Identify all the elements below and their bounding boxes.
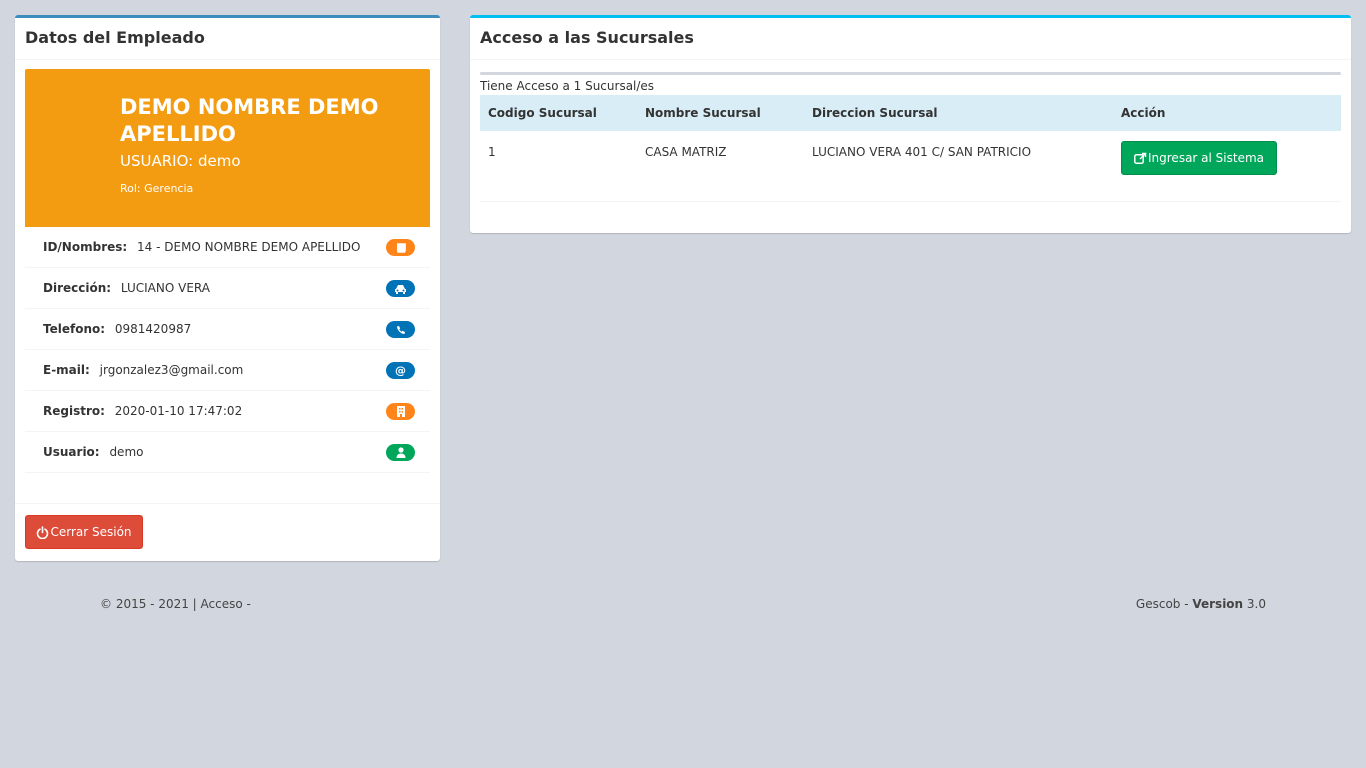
branch-name: CASA MATRIZ xyxy=(645,145,727,159)
footer-version-number: 3.0 xyxy=(1243,597,1266,611)
info-value: 14 - DEMO NOMBRE DEMO APELLIDO xyxy=(137,240,361,254)
branches-panel-title: Acceso a las Sucursales xyxy=(470,18,1351,60)
info-row-email: E-mail: jrgonzalez3@gmail.com @ xyxy=(25,350,430,391)
branches-panel-body: Tiene Acceso a 1 Sucursal/es Codigo Sucu… xyxy=(480,72,1341,202)
info-label: Telefono: xyxy=(43,322,106,336)
footer-brand: Gescob - xyxy=(1135,597,1193,611)
at-icon: @ xyxy=(386,362,415,379)
footer-copyright: © 2015 - 2021 | Acceso - xyxy=(100,597,251,611)
employee-panel: Datos del Empleado DEMO NOMBRE DEMO APEL… xyxy=(15,15,440,561)
power-icon xyxy=(36,525,49,539)
column-header: Codigo Sucursal xyxy=(488,106,597,120)
footer-version: Gescob - Version 3.0 xyxy=(1136,597,1266,611)
table-row: 1 CASA MATRIZ LUCIANO VERA 401 C/ SAN PA… xyxy=(480,131,1341,201)
column-header: Acción xyxy=(1121,106,1166,120)
divider xyxy=(480,72,1341,75)
logout-button[interactable]: Cerrar Sesión xyxy=(25,515,143,549)
info-label: E-mail: xyxy=(43,363,90,377)
info-label: Registro: xyxy=(43,404,105,418)
user-widget: DEMO NOMBRE DEMO APELLIDO USUARIO: demo … xyxy=(25,69,430,227)
external-link-icon xyxy=(1134,152,1147,164)
info-label: Usuario: xyxy=(43,445,100,459)
table-header-row: Codigo Sucursal Nombre Sucursal Direccio… xyxy=(480,95,1341,131)
info-value: 0981420987 xyxy=(114,322,192,336)
enter-system-label: Ingresar al Sistema xyxy=(1148,151,1265,165)
branch-code: 1 xyxy=(488,145,496,159)
info-label: ID/Nombres: xyxy=(43,240,128,254)
access-count-text: Tiene Acceso a 1 Sucursal/es xyxy=(480,79,655,93)
info-row-address: Dirección: LUCIANO VERA xyxy=(25,268,430,309)
user-full-name: DEMO NOMBRE DEMO APELLIDO xyxy=(120,95,379,146)
column-header: Nombre Sucursal xyxy=(645,106,761,120)
user-icon xyxy=(386,444,415,461)
branch-address: LUCIANO VERA 401 C/ SAN PATRICIO xyxy=(812,145,1032,159)
info-row-registration: Registro: 2020-01-10 17:47:02 xyxy=(25,391,430,432)
branches-table: Codigo Sucursal Nombre Sucursal Direccio… xyxy=(480,95,1341,202)
info-row-phone: Telefono: 0981420987 xyxy=(25,309,430,350)
info-value: demo xyxy=(109,445,144,459)
employee-panel-footer: Cerrar Sesión xyxy=(15,503,440,562)
info-value: jrgonzalez3@gmail.com xyxy=(99,363,244,377)
building-icon xyxy=(386,403,415,420)
employee-info-list: ID/Nombres: 14 - DEMO NOMBRE DEMO APELLI… xyxy=(25,227,430,473)
logout-label: Cerrar Sesión xyxy=(50,525,132,539)
branch-action-cell: Ingresar al Sistema xyxy=(1113,131,1341,201)
branches-panel: Acceso a las Sucursales Tiene Acceso a 1… xyxy=(470,15,1351,233)
phone-icon xyxy=(386,321,415,338)
info-value: LUCIANO VERA xyxy=(120,281,210,295)
column-header: Direccion Sucursal xyxy=(812,106,938,120)
info-row-id: ID/Nombres: 14 - DEMO NOMBRE DEMO APELLI… xyxy=(25,227,430,268)
car-icon xyxy=(386,280,415,297)
info-row-username: Usuario: demo xyxy=(25,432,430,473)
user-login: USUARIO: demo xyxy=(120,152,241,170)
user-role: Rol: Gerencia xyxy=(120,182,194,195)
info-value: 2020-01-10 17:47:02 xyxy=(114,404,243,418)
book-icon xyxy=(386,239,415,256)
enter-system-button[interactable]: Ingresar al Sistema xyxy=(1121,141,1278,175)
footer-version-label: Version xyxy=(1192,597,1244,611)
employee-panel-title: Datos del Empleado xyxy=(15,18,440,60)
info-label: Dirección: xyxy=(43,281,112,295)
